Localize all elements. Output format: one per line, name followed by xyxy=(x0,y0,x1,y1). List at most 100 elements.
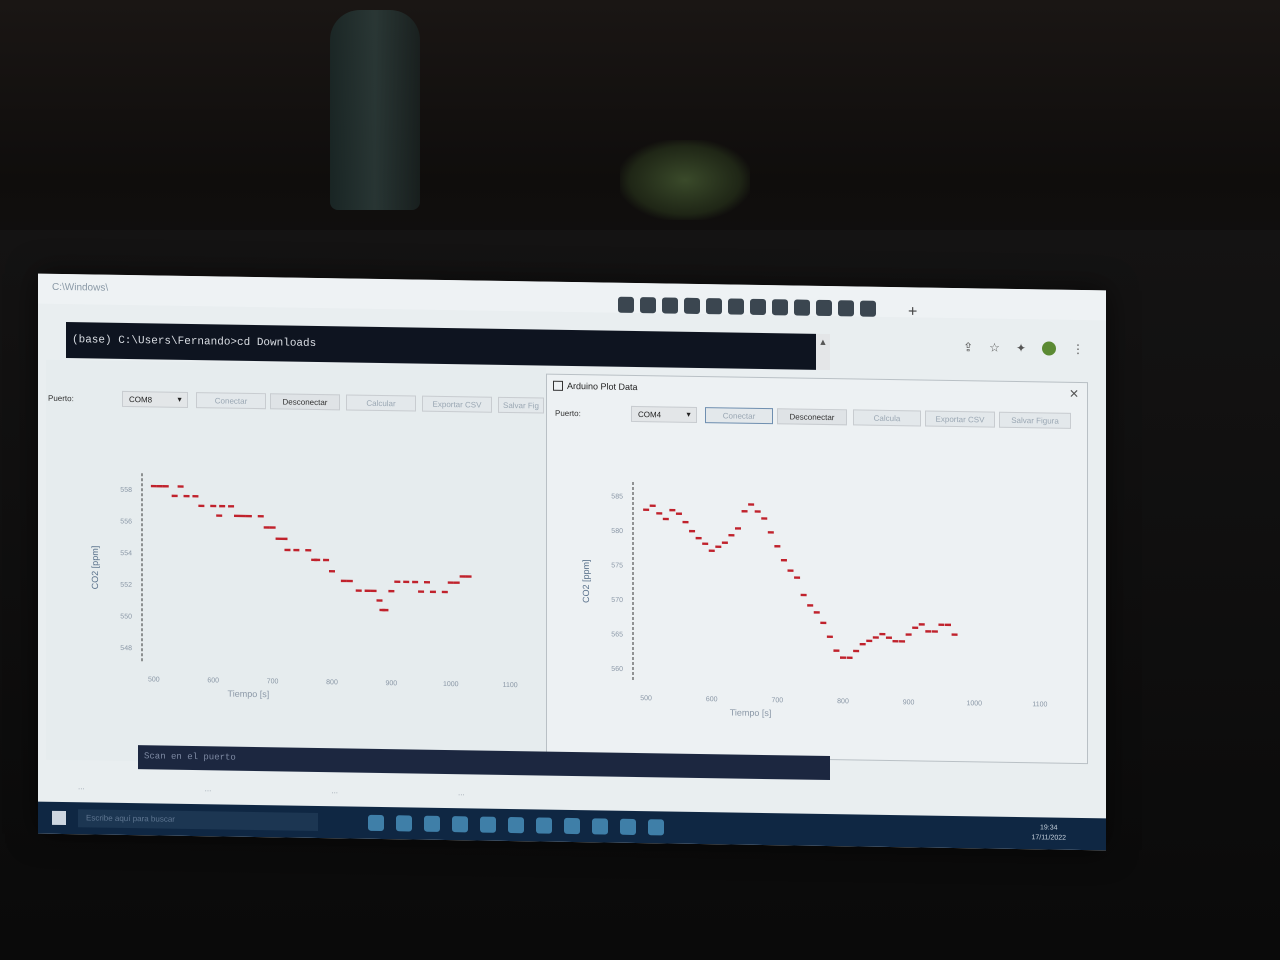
data-point xyxy=(329,569,335,573)
chevron-down-icon: ▼ xyxy=(176,396,183,404)
port-value: COM4 xyxy=(638,410,662,420)
connect-button[interactable]: Conectar xyxy=(705,407,773,425)
gmail-icon[interactable] xyxy=(662,297,678,314)
tab-icon[interactable] xyxy=(684,297,700,315)
taskbar-clock[interactable]: 19:34 17/11/2022 xyxy=(1031,823,1066,844)
share-icon[interactable]: ⇪ xyxy=(963,340,973,354)
data-point xyxy=(859,642,866,646)
app-icon[interactable] xyxy=(648,819,664,836)
console-prompt-line: (base) C:\Users\Fernando>cd Downloads xyxy=(72,334,317,350)
whatsapp-icon[interactable] xyxy=(728,298,744,315)
data-point xyxy=(340,579,347,583)
y-tick-label: 558 xyxy=(120,487,132,494)
file-explorer-icon[interactable] xyxy=(396,815,412,832)
menu-icon[interactable]: ⋮ xyxy=(1072,342,1084,356)
data-point xyxy=(293,548,300,552)
windows-start-icon[interactable] xyxy=(52,810,66,826)
tab-item[interactable]: ... xyxy=(205,784,212,798)
console-scroll-up-button[interactable]: ▲ xyxy=(816,333,830,371)
port-select[interactable]: COM4 ▼ xyxy=(631,405,697,423)
tab-icon[interactable] xyxy=(838,300,854,317)
messenger-icon[interactable] xyxy=(750,298,766,316)
left-co2-chart: 558 556 554 552 550 548 500 600 700 800 900 1000 110… xyxy=(90,473,518,699)
y-tick-label: 550 xyxy=(120,613,132,620)
profile-avatar[interactable] xyxy=(1042,341,1056,356)
app-icon[interactable] xyxy=(536,817,552,834)
tab-item[interactable]: ... xyxy=(331,786,338,800)
data-point xyxy=(780,558,787,562)
task-view-icon[interactable] xyxy=(368,814,384,832)
data-point xyxy=(370,589,377,593)
google-icon[interactable] xyxy=(816,299,832,317)
tab-icon[interactable] xyxy=(860,300,876,317)
star-icon[interactable]: ☆ xyxy=(989,341,1000,355)
save-figure-button[interactable]: Salvar Fig xyxy=(498,396,544,414)
port-label: Puerto: xyxy=(48,393,74,404)
x-tick-label: 700 xyxy=(267,678,279,685)
data-point xyxy=(767,531,774,534)
calculate-button[interactable]: Calcula xyxy=(853,409,921,427)
data-point xyxy=(228,505,235,508)
data-point xyxy=(833,649,840,652)
browser-tabs[interactable] xyxy=(618,296,876,317)
export-csv-button[interactable]: Exportar CSV xyxy=(925,410,995,428)
data-point xyxy=(219,504,226,508)
disconnect-button[interactable]: Desconectar xyxy=(777,408,847,426)
port-select[interactable]: COM8 ▼ xyxy=(122,390,188,408)
data-point xyxy=(382,608,389,612)
tab-item[interactable]: ... xyxy=(78,782,85,796)
tab-icon[interactable] xyxy=(772,299,788,316)
data-point xyxy=(708,549,715,553)
data-point xyxy=(281,537,288,541)
store-icon[interactable] xyxy=(452,816,468,833)
data-point xyxy=(912,626,919,630)
data-point xyxy=(715,545,722,548)
chrome-icon[interactable] xyxy=(508,816,524,834)
app-icon[interactable] xyxy=(592,818,608,835)
x-tick-label: 1000 xyxy=(443,681,459,688)
data-point xyxy=(314,558,321,562)
data-point xyxy=(853,649,860,653)
mail-icon[interactable] xyxy=(480,816,496,833)
data-point xyxy=(820,621,827,625)
y-tick-label: 554 xyxy=(120,550,132,557)
calculate-button[interactable]: Calcular xyxy=(346,394,416,412)
x-tick-label: 1000 xyxy=(966,700,982,707)
data-point xyxy=(465,575,472,578)
port-label: Puerto: xyxy=(555,408,581,419)
tab-item[interactable]: ... xyxy=(458,788,465,802)
new-tab-button[interactable]: + xyxy=(908,303,917,321)
x-tick-label: 1100 xyxy=(503,682,518,689)
data-point xyxy=(263,526,270,529)
app-icon[interactable] xyxy=(620,818,636,836)
water-bottle-image xyxy=(330,10,420,210)
github-icon[interactable] xyxy=(794,299,810,316)
chrome-tab-icon[interactable] xyxy=(618,296,634,313)
edge-icon[interactable] xyxy=(424,815,440,832)
data-point xyxy=(866,639,873,643)
data-point xyxy=(695,536,702,540)
tab-icon[interactable] xyxy=(706,298,722,315)
save-figure-button[interactable]: Salvar Figura xyxy=(999,411,1071,429)
data-point xyxy=(846,656,853,660)
tab-icon[interactable] xyxy=(640,297,656,314)
data-point xyxy=(441,590,448,594)
data-point xyxy=(162,485,169,488)
data-point xyxy=(702,542,709,546)
data-point xyxy=(643,508,650,511)
taskbar-search-input[interactable]: Escribe aquí para buscar xyxy=(78,809,318,832)
data-point xyxy=(156,484,163,488)
disconnect-button[interactable]: Desconectar xyxy=(270,393,340,411)
data-point xyxy=(800,593,807,597)
data-point xyxy=(794,576,801,579)
export-csv-button[interactable]: Exportar CSV xyxy=(422,395,492,413)
data-point xyxy=(741,510,748,513)
y-axis-label: CO2 [ppm] xyxy=(90,546,100,590)
app-icon[interactable] xyxy=(564,817,580,835)
data-point xyxy=(840,656,846,659)
connect-button[interactable]: Conectar xyxy=(196,392,266,410)
data-point xyxy=(364,589,371,593)
extension-icon[interactable]: ✦ xyxy=(1016,341,1026,355)
close-button[interactable]: ✕ xyxy=(1069,387,1079,401)
data-point xyxy=(951,633,958,636)
